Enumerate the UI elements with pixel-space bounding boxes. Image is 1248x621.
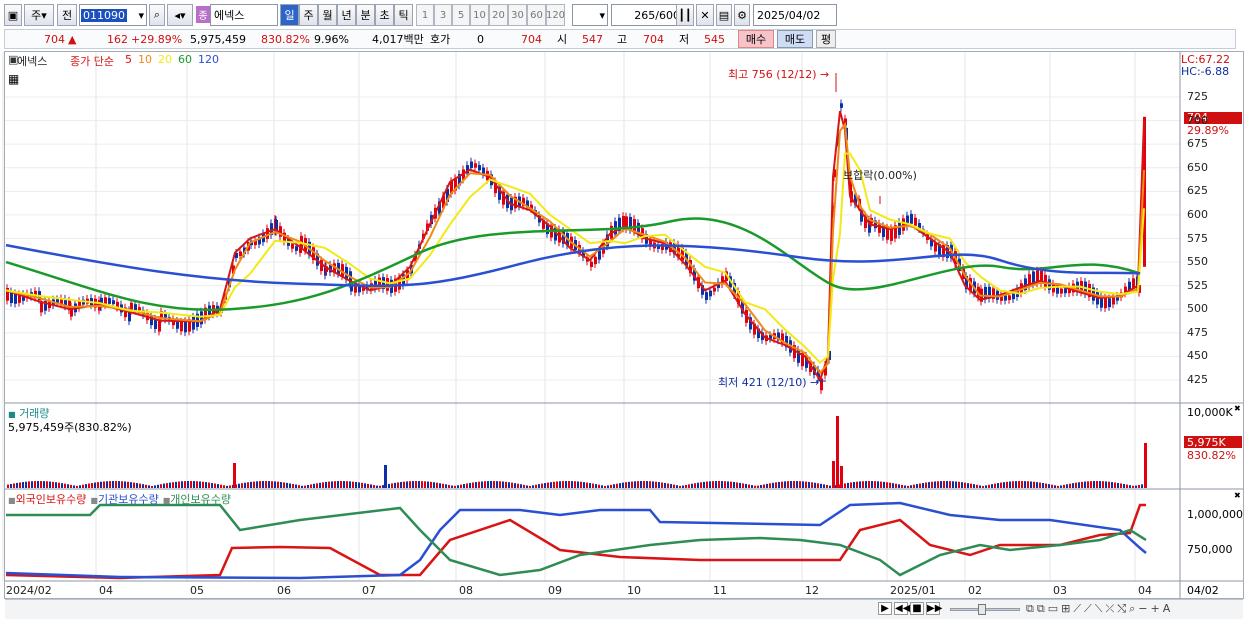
rewind-icon[interactable]: ◀◀ [894, 602, 910, 615]
stock-label: 에넥스 [17, 55, 48, 68]
y-tick-600: 600 [1187, 207, 1208, 221]
calendar-icon[interactable]: ▦ [8, 72, 19, 86]
nav-controls: ▶ ◀◀ ■ ▶▶ [878, 602, 942, 615]
y-tick-700: 700 [1187, 113, 1208, 127]
ma-legend-5: 5 [125, 53, 132, 66]
hc-label: HC:-6.88 [1181, 65, 1230, 78]
holdings-tick-1: 1,000,000 [1187, 508, 1243, 521]
ma-legend-60: 60 [178, 53, 192, 66]
tile-icon[interactable]: ⊞ [1061, 602, 1070, 616]
x-label-11: 02 [968, 584, 982, 597]
y-tick-425: 425 [1187, 373, 1208, 386]
close-icon[interactable]: ✖ [1234, 491, 1241, 500]
y-tick-625: 625 [1187, 184, 1208, 198]
layout-icon[interactable]: ▭ [1048, 602, 1058, 616]
volume-tag-pct: 830.82% [1187, 449, 1236, 462]
forward-icon[interactable]: ▶▶ [926, 602, 942, 615]
moving-averages [5, 110, 1145, 383]
ma-label: 종가 단순 [70, 55, 114, 68]
holdings-legend-1: ■기관보유수량 [90, 493, 159, 506]
holdings-lines [5, 501, 1147, 580]
x-label-8: 11 [713, 584, 727, 597]
ma-legend-20: 20 [158, 53, 172, 66]
x-label-6: 09 [548, 584, 562, 597]
x-label-1: 04 [99, 584, 113, 597]
y-tick-450: 450 [1187, 349, 1208, 363]
line-icon[interactable]: ⟍ [1095, 602, 1103, 616]
y-tick-675: 675 [1187, 137, 1208, 151]
stop-icon[interactable]: ■ [910, 602, 924, 615]
y-tick-575: 575 [1187, 231, 1208, 245]
close-icon[interactable]: ✖ [1234, 404, 1241, 413]
holdings-legend-0: ■외국인보유수량 [8, 493, 87, 506]
volume-value-line: 5,975,459주(830.82%) [8, 421, 132, 434]
x-label-0: 2024/02 [6, 584, 52, 597]
fan-icon[interactable]: ⟋ [1084, 602, 1092, 616]
y-tick-500: 500 [1187, 302, 1208, 316]
volume-tag: 5,975K [1187, 436, 1226, 449]
x-label-4: 07 [362, 584, 376, 597]
zoom-icon[interactable]: ⌕ [1129, 602, 1135, 616]
y-tick-650: 650 [1187, 160, 1208, 174]
plus-icon[interactable]: + [1150, 602, 1159, 616]
y-tick-525: 525 [1187, 278, 1208, 292]
zoom-slider-handle[interactable] [978, 604, 986, 615]
volume-max-tick: 10,000K [1187, 406, 1233, 419]
text-icon[interactable]: A [1163, 602, 1171, 616]
x-label-5: 08 [459, 584, 473, 597]
ma-legend-10: 10 [138, 53, 152, 66]
info-annotation: 보합락(0.00%) [843, 169, 917, 182]
window-icon[interactable]: ⧉ [1037, 602, 1045, 616]
trend-icon[interactable]: ⟋ [1073, 602, 1081, 616]
x-label-9: 12 [805, 584, 819, 597]
current-date-label: 04/02 [1187, 584, 1219, 597]
minus-icon[interactable]: − [1138, 602, 1147, 616]
min-annotation: 최저 421 (12/10) → [718, 376, 820, 389]
max-annotation: 최고 756 (12/12) → [728, 68, 830, 81]
play-icon[interactable]: ▶ [878, 602, 892, 615]
ma-legend-120: 120 [198, 53, 219, 66]
copy-icon[interactable]: ⧉ [1026, 602, 1034, 616]
holdings-legend-2: ■개인보유수량 [162, 493, 231, 506]
chart-canvas [2, 52, 1243, 598]
x-label-12: 03 [1053, 584, 1067, 597]
x-label-3: 06 [277, 584, 291, 597]
x-label-10: 2025/01 [890, 584, 936, 597]
y-tick-725: 725 [1187, 90, 1208, 103]
holdings-tick-2: 750,000 [1187, 543, 1233, 556]
cross-icon[interactable]: ⤫ [1105, 602, 1114, 616]
x-label-13: 04 [1138, 584, 1152, 597]
tool-icons: ⧉ ⧉ ▭ ⊞ ⟋ ⟋ ⟍ ⤫ ⤭ ⌕ − + A [1026, 602, 1170, 616]
x-label-7: 10 [627, 584, 641, 597]
volume-bars [7, 416, 1147, 488]
y-tick-475: 475 [1187, 325, 1208, 339]
measure-icon[interactable]: ⤭ [1117, 602, 1126, 616]
y-tick-550: 550 [1187, 255, 1208, 269]
x-label-2: 05 [190, 584, 204, 597]
